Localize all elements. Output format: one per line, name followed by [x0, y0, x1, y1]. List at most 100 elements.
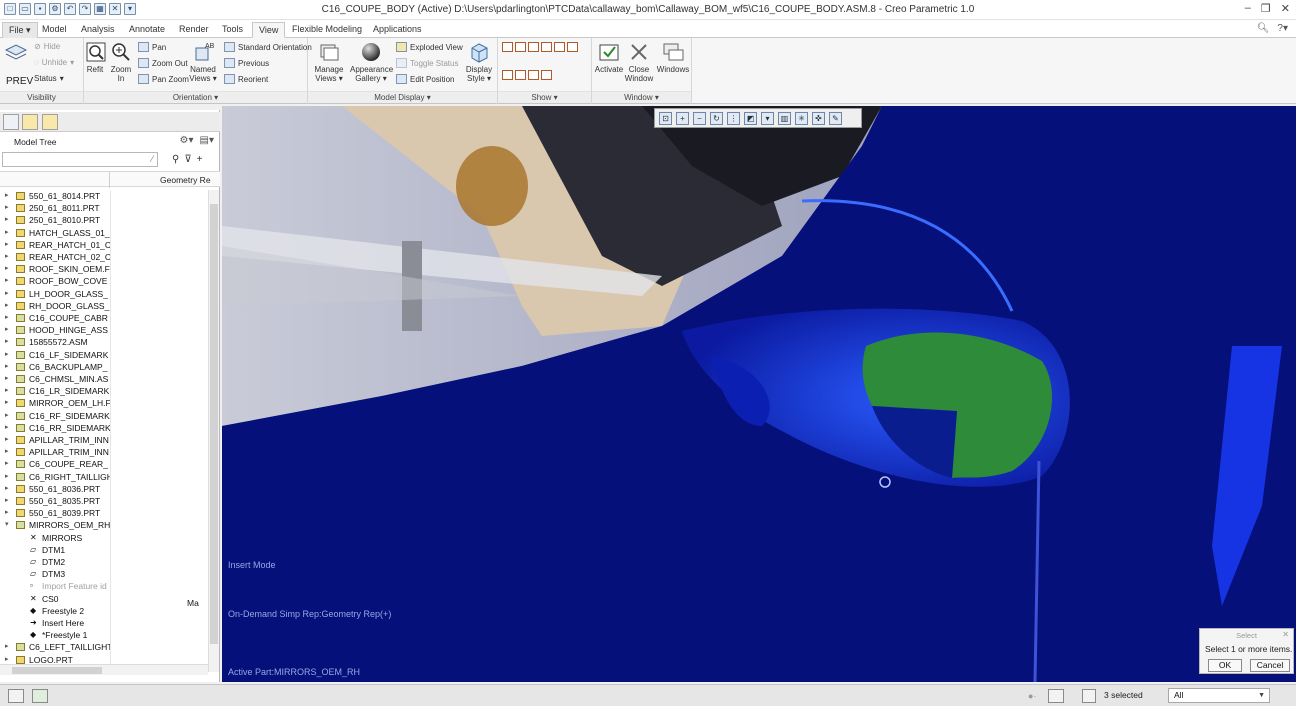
expand-arrow-icon[interactable]: ▸: [5, 202, 9, 214]
annotation-display-icon[interactable]: [567, 42, 578, 52]
point-display-icon[interactable]: [528, 42, 539, 52]
tree-component-item[interactable]: ▸ C6_BACKUPLAMP_: [0, 361, 110, 373]
appearance-gallery-button[interactable]: Appearance Gallery ▾: [350, 41, 393, 83]
help-icon[interactable]: ?▾: [1277, 23, 1288, 34]
expand-arrow-icon[interactable]: ▸: [5, 214, 9, 226]
find-icon[interactable]: [1048, 689, 1064, 703]
tree-component-item[interactable]: ▸ C6_LEFT_TAILLIGHT: [0, 641, 110, 653]
expand-arrow-icon[interactable]: ▸: [5, 300, 9, 312]
point-tag-icon[interactable]: [528, 70, 539, 80]
toggle-status-button[interactable]: Toggle Status: [396, 58, 458, 68]
windows-button[interactable]: Windows: [656, 41, 690, 74]
tab-model[interactable]: Model: [36, 22, 73, 38]
tree-component-item[interactable]: ▸ 250_61_8011.PRT: [0, 202, 110, 214]
tab-view[interactable]: View: [252, 22, 286, 38]
favorites-tab-icon[interactable]: [42, 114, 58, 130]
refit-icon[interactable]: ⊡: [659, 111, 672, 125]
display-style-icon[interactable]: ◩: [744, 111, 757, 125]
tree-component-item[interactable]: ▸ C16_RF_SIDEMARK: [0, 410, 110, 422]
tree-component-item[interactable]: ▸ APILLAR_TRIM_INN: [0, 434, 110, 446]
tree-component-item[interactable]: ▸ C16_RR_SIDEMARK: [0, 422, 110, 434]
csys-display-icon[interactable]: [541, 42, 552, 52]
display-style-button[interactable]: Display Style ▾: [462, 41, 496, 83]
tree-component-item[interactable]: ▸ ROOF_BOW_COVE: [0, 275, 110, 287]
tree-component-item[interactable]: ▸ MIRROR_OEM_LH.F: [0, 397, 110, 409]
expand-arrow-icon[interactable]: ▸: [5, 471, 9, 483]
expand-arrow-icon[interactable]: ▸: [5, 227, 9, 239]
horizontal-scroll-thumb[interactable]: [12, 667, 102, 674]
search-clear-icon[interactable]: ⁄: [151, 154, 153, 164]
tree-component-item[interactable]: ▸ REAR_HATCH_02_C: [0, 251, 110, 263]
tab-analysis[interactable]: Analysis: [75, 22, 121, 38]
tree-component-item[interactable]: ▸ 15855572.ASM: [0, 336, 110, 348]
model-tree-horizontal-scrollbar[interactable]: [0, 664, 208, 675]
edit-position-button[interactable]: Edit Position: [396, 74, 454, 84]
expand-arrow-icon[interactable]: ▸: [5, 495, 9, 507]
expand-arrow-icon[interactable]: ▸: [5, 324, 9, 336]
tree-feature-item[interactable]: ✕ MIRRORS: [0, 532, 110, 544]
expand-arrow-icon[interactable]: ▸: [5, 641, 9, 653]
restore-icon[interactable]: ❐: [1261, 2, 1271, 15]
view-manager-icon[interactable]: ▥: [778, 111, 791, 125]
plane-display-icon[interactable]: [502, 42, 513, 52]
axis-tag-icon[interactable]: [515, 70, 526, 80]
expand-arrow-icon[interactable]: ▸: [5, 434, 9, 446]
tab-tools[interactable]: Tools: [216, 22, 249, 38]
tree-component-item[interactable]: ▸ ROOF_SKIN_OEM.F: [0, 263, 110, 275]
expand-arrow-icon[interactable]: ▸: [5, 336, 9, 348]
tab-file[interactable]: File ▾: [2, 22, 38, 38]
tree-component-item[interactable]: ▸ 550_61_8036.PRT: [0, 483, 110, 495]
pan-button[interactable]: Pan: [138, 42, 166, 52]
axis-display-icon[interactable]: [515, 42, 526, 52]
search-icon[interactable]: 🔍︎: [1257, 23, 1270, 34]
named-views-button[interactable]: AB Named Views ▾: [188, 41, 218, 83]
expand-arrow-icon[interactable]: ▸: [5, 446, 9, 458]
expand-arrow-icon[interactable]: ▸: [5, 288, 9, 300]
cancel-button[interactable]: Cancel: [1250, 659, 1290, 672]
tree-component-item[interactable]: ▾ MIRRORS_OEM_RH: [0, 519, 110, 531]
expand-arrow-icon[interactable]: ▸: [5, 312, 9, 324]
pan-zoom-button[interactable]: Pan Zoom: [138, 74, 189, 84]
tree-feature-item[interactable]: ➜ Insert Here: [0, 617, 110, 629]
saved-orientations-icon[interactable]: ▾: [761, 111, 774, 125]
tree-columns-icon[interactable]: ▤▾: [200, 135, 214, 146]
zoom-in-icon[interactable]: +: [676, 111, 689, 125]
tree-feature-item[interactable]: ◆ *Freestyle 1: [0, 629, 110, 641]
tree-component-item[interactable]: ▸ 250_61_8010.PRT: [0, 214, 110, 226]
expand-arrow-icon[interactable]: ▸: [5, 190, 9, 202]
standard-orientation-button[interactable]: Standard Orientation: [224, 42, 312, 52]
csys-tag-icon[interactable]: [541, 70, 552, 80]
model-tree-vertical-scrollbar[interactable]: [208, 190, 219, 672]
expand-arrow-icon[interactable]: ▸: [5, 275, 9, 287]
datum-filters-icon[interactable]: ✳: [795, 111, 808, 125]
minimize-icon[interactable]: –: [1245, 2, 1251, 15]
tree-component-item[interactable]: ▸ C6_COUPE_REAR_: [0, 458, 110, 470]
tree-component-item[interactable]: ▸ C6_CHMSL_MIN.AS: [0, 373, 110, 385]
tree-component-item[interactable]: ▸ C16_LF_SIDEMARK: [0, 349, 110, 361]
column-separator[interactable]: [109, 172, 110, 188]
tab-render[interactable]: Render: [173, 22, 215, 38]
close-icon[interactable]: ✕: [1282, 630, 1289, 639]
browser-toggle-icon[interactable]: [32, 689, 48, 703]
selected-items-icon[interactable]: [1082, 689, 1096, 703]
expand-arrow-icon[interactable]: ▸: [5, 373, 9, 385]
tree-feature-item[interactable]: ◆ Freestyle 2: [0, 605, 110, 617]
tree-feature-item[interactable]: ▱ DTM3: [0, 568, 110, 580]
filter-icon[interactable]: ⊽: [184, 154, 191, 165]
tree-component-item[interactable]: ▸ C16_COUPE_CABR: [0, 312, 110, 324]
expand-arrow-icon[interactable]: ▸: [5, 458, 9, 470]
expand-arrow-icon[interactable]: ▸: [5, 422, 9, 434]
tree-feature-item[interactable]: ▱ DTM1: [0, 544, 110, 556]
selected-count[interactable]: 3 selected: [1104, 690, 1143, 700]
graphics-viewport[interactable]: ⊡ + − ↻ ⋮ ◩ ▾ ▥ ✳ ✜ ✎ Insert Mode On-Dem…: [222, 106, 1296, 682]
spin-center-icon[interactable]: [554, 42, 565, 52]
reorient-button[interactable]: Reorient: [224, 74, 268, 84]
previous-view-button[interactable]: Previous: [224, 58, 269, 68]
datum-display-icon[interactable]: ⋮: [727, 111, 740, 125]
collapse-arrow-icon[interactable]: ▾: [5, 519, 9, 531]
hide-button[interactable]: ⊘ Hide: [34, 42, 60, 51]
expand-arrow-icon[interactable]: ▸: [5, 361, 9, 373]
repaint-icon[interactable]: ↻: [710, 111, 723, 125]
binoculars-icon[interactable]: ⚲: [172, 154, 179, 165]
tree-component-item[interactable]: ▸ REAR_HATCH_01_C: [0, 239, 110, 251]
